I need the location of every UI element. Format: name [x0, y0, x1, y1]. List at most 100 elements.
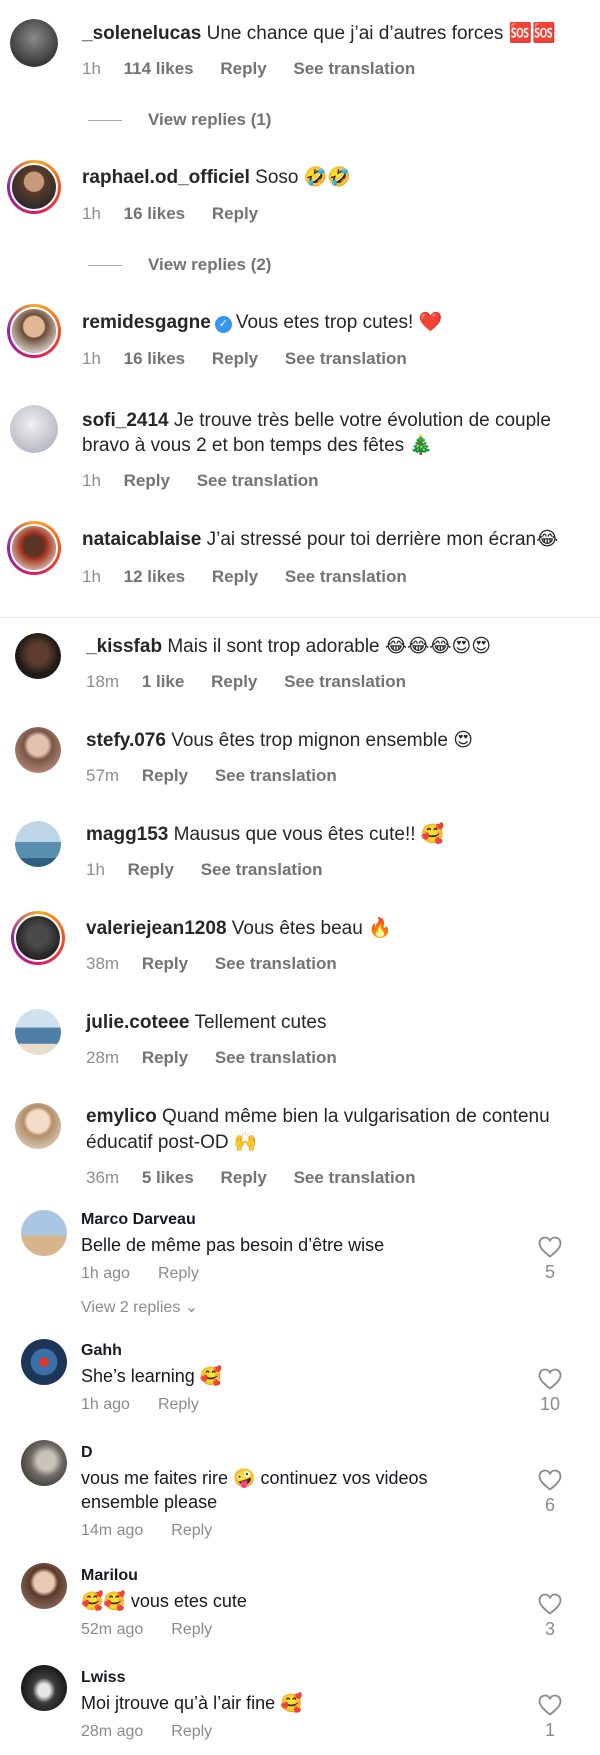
avatar[interactable]	[7, 304, 61, 358]
heart-icon[interactable]	[538, 1469, 562, 1491]
username[interactable]: Gahh	[81, 1342, 122, 1360]
heart-icon[interactable]	[538, 1236, 562, 1258]
reply-button[interactable]: Reply	[142, 766, 188, 785]
heart-icon[interactable]	[538, 1694, 562, 1716]
reply-button[interactable]: Reply	[158, 1396, 199, 1413]
username[interactable]: Lwiss	[81, 1669, 125, 1687]
username[interactable]: remidesgagne	[82, 312, 211, 333]
comment-meta: 1h Reply See translation	[86, 859, 323, 881]
comment-text: J’ai stressé pour toi derrière mon écran…	[206, 529, 559, 550]
avatar[interactable]	[7, 160, 61, 214]
like-count[interactable]: 16 likes	[124, 349, 185, 368]
comment-text-line: sofi_2414 Je trouve très belle votre évo…	[82, 408, 551, 433]
timestamp: 52m ago	[81, 1621, 144, 1638]
see-translation-button[interactable]: See translation	[215, 954, 337, 973]
see-translation-button[interactable]: See translation	[293, 59, 415, 78]
comment-text-continued: ensemble please	[81, 1492, 218, 1512]
username[interactable]: sofi_2414	[82, 410, 169, 431]
avatar[interactable]	[21, 1339, 67, 1385]
avatar[interactable]	[10, 19, 58, 67]
comment-text-line: raphael.od_officiel Soso 🤣🤣	[82, 165, 351, 190]
comment-text-line: magg153 Mausus que vous êtes cute!! 🥰	[86, 822, 444, 847]
avatar[interactable]	[21, 1210, 67, 1256]
avatar[interactable]	[21, 1563, 67, 1609]
comment-meta: 57m Reply See translation	[86, 765, 337, 787]
comment-text: Belle de même pas besoin d’être wise	[81, 1235, 385, 1255]
like-count[interactable]: 1 like	[142, 672, 185, 691]
heart-icon[interactable]	[538, 1368, 562, 1390]
avatar[interactable]	[10, 405, 58, 453]
like-count[interactable]: 12 likes	[124, 567, 185, 586]
username[interactable]: emylico	[86, 1106, 157, 1127]
see-translation-button[interactable]: See translation	[197, 471, 319, 490]
reply-button[interactable]: Reply	[158, 1265, 199, 1282]
reply-button[interactable]: Reply	[142, 954, 188, 973]
comment-text-continued: éducatif post-OD 🙌	[86, 1132, 258, 1153]
reply-button[interactable]: Reply	[171, 1621, 212, 1638]
view-replies-button[interactable]: View 2 replies ⌄	[81, 1297, 198, 1317]
reply-button[interactable]: Reply	[128, 860, 174, 879]
comment-text: Quand même bien la vulgarisation de cont…	[162, 1106, 550, 1127]
view-replies-button[interactable]: View replies (1)	[88, 109, 271, 131]
avatar[interactable]	[7, 521, 61, 575]
username[interactable]: magg153	[86, 824, 168, 845]
comment-meta: 1h ago Reply	[81, 1265, 199, 1283]
like-count[interactable]: 114 likes	[124, 59, 194, 78]
view-replies-button[interactable]: View replies (2)	[88, 254, 271, 276]
avatar[interactable]	[15, 821, 61, 867]
username[interactable]: Marco Darveau	[81, 1211, 196, 1229]
like-count[interactable]: 5 likes	[142, 1168, 194, 1187]
avatar-image	[12, 165, 56, 209]
see-translation-button[interactable]: See translation	[215, 766, 337, 785]
reply-button[interactable]: Reply	[211, 672, 257, 691]
avatar[interactable]	[15, 1009, 61, 1055]
avatar[interactable]	[15, 1103, 61, 1149]
comment-text-line: emylico Quand même bien la vulgarisation…	[86, 1104, 550, 1129]
avatar[interactable]	[15, 727, 61, 773]
avatar-image	[21, 1440, 67, 1486]
username[interactable]: valeriejean1208	[86, 918, 227, 939]
username[interactable]: julie.coteee	[86, 1012, 190, 1033]
avatar[interactable]	[11, 911, 65, 965]
reply-button[interactable]: Reply	[212, 567, 258, 586]
avatar-image	[10, 19, 58, 67]
see-translation-button[interactable]: See translation	[285, 567, 407, 586]
avatar[interactable]	[15, 633, 61, 679]
see-translation-button[interactable]: See translation	[285, 349, 407, 368]
like-count: 3	[544, 1619, 555, 1639]
reply-button[interactable]: Reply	[220, 59, 266, 78]
reply-button[interactable]: Reply	[124, 471, 170, 490]
comment-text: vous me faites rire 🤪 continuez vos vide…	[81, 1468, 428, 1488]
comment-meta: 38m Reply See translation	[86, 953, 337, 975]
heart-icon[interactable]	[538, 1593, 562, 1615]
avatar-image	[21, 1210, 67, 1256]
reply-button[interactable]: Reply	[142, 1048, 188, 1067]
timestamp: 38m	[86, 954, 120, 973]
avatar-image	[16, 916, 60, 960]
reply-thread-line	[88, 120, 122, 122]
reply-button[interactable]: Reply	[221, 1168, 267, 1187]
like-count[interactable]: 16 likes	[124, 204, 185, 223]
see-translation-button[interactable]: See translation	[201, 860, 323, 879]
comment-text: Mais il sont trop adorable 😂😂😂😍😍	[167, 636, 492, 657]
reply-button[interactable]: Reply	[171, 1522, 212, 1539]
username[interactable]: D	[81, 1444, 93, 1462]
like-count: 1	[544, 1720, 555, 1740]
username[interactable]: nataicablaise	[82, 529, 201, 550]
reply-thread-line	[88, 265, 122, 267]
username[interactable]: _solenelucas	[82, 23, 201, 44]
username[interactable]: raphael.od_officiel	[82, 167, 250, 188]
timestamp: 57m	[86, 766, 120, 785]
timestamp: 14m ago	[81, 1522, 144, 1539]
avatar[interactable]	[21, 1665, 67, 1711]
see-translation-button[interactable]: See translation	[215, 1048, 337, 1067]
see-translation-button[interactable]: See translation	[294, 1168, 416, 1187]
username[interactable]: stefy.076	[86, 730, 166, 751]
reply-button[interactable]: Reply	[212, 204, 258, 223]
avatar[interactable]	[21, 1440, 67, 1486]
reply-button[interactable]: Reply	[212, 349, 258, 368]
username[interactable]: Marilou	[81, 1567, 138, 1585]
username[interactable]: _kissfab	[86, 636, 162, 657]
see-translation-button[interactable]: See translation	[284, 672, 406, 691]
reply-button[interactable]: Reply	[171, 1723, 212, 1740]
